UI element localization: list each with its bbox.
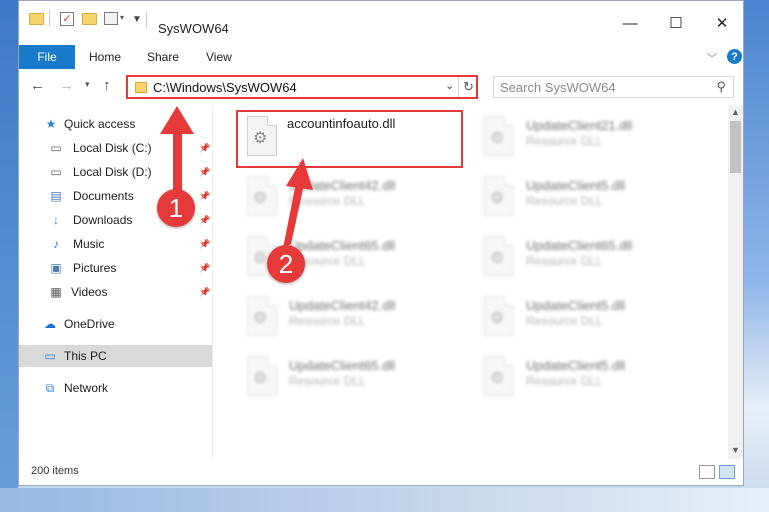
window-title: SysWOW64 [158,21,229,36]
highlight-box [236,110,463,168]
desktop-background-left [0,0,18,512]
desktop-background-right [743,0,769,512]
search-icon[interactable]: ⚲ [716,79,726,95]
refresh-icon[interactable]: ↻ [458,77,478,97]
recent-locations-icon[interactable]: ▾ [85,79,90,90]
navigation-pane: ★ Quick access ▭ Local Disk (C:) 📌 ▭ Loc… [19,105,213,459]
sidebar-item-local-disk-c[interactable]: ▭ Local Disk (C:) 📌 [19,137,212,159]
ribbon-tabs: File Home Share View ﹀ ? [19,45,743,69]
dll-file-icon: ⚙ [247,176,277,216]
drive-icon: ▭ [50,141,62,155]
sidebar-item-network[interactable]: ⧉ Network [19,377,212,399]
computer-icon: ▭ [44,349,56,363]
download-icon: ↓ [53,213,59,227]
help-icon[interactable]: ? [727,49,742,64]
folder-icon [135,82,147,93]
pin-icon[interactable]: 📌 [199,287,210,298]
address-bar[interactable]: C:\Windows\SysWOW64 ⌄ ↻ [126,75,478,99]
details-view-icon[interactable] [699,465,715,479]
address-row: ← → ▾ ↑ C:\Windows\SysWOW64 ⌄ ↻ Search S… [19,71,743,101]
sidebar-item-music[interactable]: ♪ Music 📌 [19,233,212,255]
pin-icon[interactable]: 📌 [199,215,210,226]
cloud-icon: ☁ [44,317,56,331]
back-arrow-icon[interactable]: ← [30,77,45,94]
sidebar-item-this-pc[interactable]: ▭ This PC [19,345,212,367]
sidebar-item-pictures[interactable]: ▣ Pictures 📌 [19,257,212,279]
separator [49,10,50,26]
tab-file[interactable]: File [19,45,75,69]
sidebar-item-quick-access[interactable]: ★ Quick access [19,113,212,135]
sidebar-item-videos[interactable]: ▦ Videos 📌 [19,281,212,303]
dll-file-icon: ⚙ [484,116,514,156]
file-explorer-window: ✓ ▾ ▼ SysWOW64 — ☐ ✕ File Home Share Vie… [18,0,744,486]
separator [146,12,147,28]
file-item[interactable]: ⚙ UpdateClient42.dll Resource DLL [239,170,459,226]
file-item[interactable]: ⚙ UpdateClient65.dll Resource DLL [476,230,696,286]
dll-file-icon: ⚙ [484,356,514,396]
file-item[interactable]: ⚙ UpdateClient21.dll Resource DLL [476,110,696,166]
expand-ribbon-icon[interactable]: ﹀ [707,50,717,65]
star-icon: ★ [45,117,57,131]
pin-icon[interactable]: 📌 [199,143,210,154]
desktop-background-bottom [0,488,769,512]
folder-icon [29,13,44,25]
vertical-scrollbar[interactable]: ▲ ▼ [728,105,743,459]
scrollbar-thumb[interactable] [730,121,741,173]
file-item[interactable]: ⚙ UpdateClient5.dll Resource DLL [476,170,696,226]
customize-toolbar-icon[interactable]: ▼ [132,14,142,25]
pin-icon[interactable]: 📌 [199,191,210,202]
properties-check-icon[interactable]: ✓ [60,12,74,26]
pin-icon[interactable]: 📌 [199,167,210,178]
chevron-down-icon[interactable]: ▾ [120,13,124,22]
tab-view[interactable]: View [206,50,232,64]
scroll-up-icon[interactable]: ▲ [731,107,740,117]
title-bar: ✓ ▾ ▼ SysWOW64 — ☐ ✕ [19,1,743,41]
search-input[interactable]: Search SysWOW64 ⚲ [493,76,734,98]
file-item[interactable]: ⚙ UpdateClient5.dll Resource DLL [476,350,696,406]
forward-arrow-icon[interactable]: → [59,77,74,94]
chevron-down-icon[interactable]: ⌄ [445,79,454,92]
step-1-callout: 1 [157,189,195,227]
step-2-callout: 2 [267,245,305,283]
close-button[interactable]: ✕ [699,7,745,39]
minimize-button[interactable]: — [607,7,653,39]
large-icons-view-icon[interactable] [719,465,735,479]
dll-file-icon: ⚙ [484,176,514,216]
file-item[interactable]: ⚙ UpdateClient42.dll Resource DLL [239,290,459,346]
music-icon: ♪ [53,237,59,251]
file-item[interactable]: ⚙ UpdateClient5.dll Resource DLL [476,290,696,346]
sidebar-item-onedrive[interactable]: ☁ OneDrive [19,313,212,335]
tab-share[interactable]: Share [147,50,179,64]
scroll-down-icon[interactable]: ▼ [731,445,740,455]
pictures-icon: ▣ [50,261,62,275]
up-arrow-icon[interactable]: ↑ [103,77,111,94]
maximize-button[interactable]: ☐ [653,7,699,39]
new-folder-icon[interactable] [82,13,97,25]
search-placeholder: Search SysWOW64 [500,80,616,95]
status-bar: 200 items [19,461,743,485]
pin-icon[interactable]: 📌 [199,239,210,250]
dll-file-icon: ⚙ [247,356,277,396]
network-icon: ⧉ [45,380,55,395]
dll-file-icon: ⚙ [484,236,514,276]
dll-file-icon: ⚙ [484,296,514,336]
properties-icon[interactable] [104,12,118,25]
pin-icon[interactable]: 📌 [199,263,210,274]
file-item[interactable]: ⚙ UpdateClient65.dll Resource DLL [239,350,459,406]
dll-file-icon: ⚙ [247,296,277,336]
documents-icon: ▤ [50,189,62,203]
tab-home[interactable]: Home [89,50,121,64]
drive-icon: ▭ [50,165,62,179]
videos-icon: ▦ [50,285,62,299]
item-count: 200 items [31,465,79,477]
sidebar-item-local-disk-d[interactable]: ▭ Local Disk (D:) 📌 [19,161,212,183]
address-path[interactable]: C:\Windows\SysWOW64 [153,80,297,95]
